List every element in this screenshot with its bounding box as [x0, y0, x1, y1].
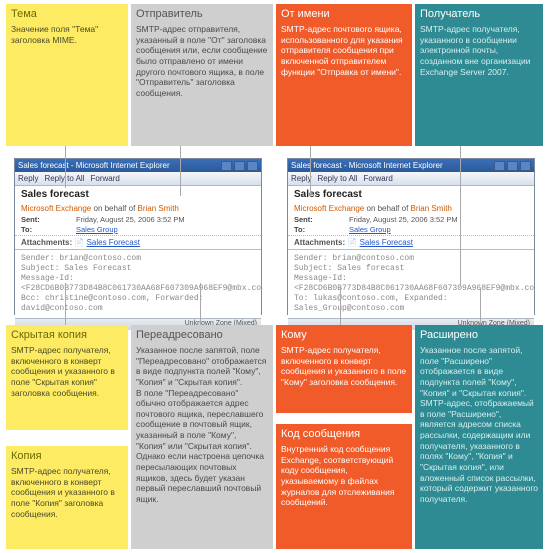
box-kopiya-title: Копия	[11, 450, 123, 462]
email-left-body: Sender: brian@contoso.com Subject: Sales…	[15, 250, 261, 318]
email-left-title: Sales forecast - Microsoft Internet Expl…	[18, 161, 170, 170]
attach-file[interactable]: Sales Forecast	[360, 238, 413, 247]
from-on-behalf: on behalf of	[364, 204, 410, 213]
connector	[200, 283, 201, 325]
email-left: Sales forecast - Microsoft Internet Expl…	[14, 158, 262, 315]
box-komu: Кому SMTP-адрес получателя, включенного …	[276, 325, 412, 413]
connector	[460, 146, 461, 286]
box-pereadresovano-desc: Указанное после запятой, поле "Переадрес…	[136, 345, 268, 504]
box-skrytaya-title: Скрытая копия	[11, 329, 123, 341]
window-buttons	[494, 161, 531, 171]
forward-button[interactable]: Forward	[363, 174, 392, 183]
to-label: To:	[294, 225, 349, 234]
close-icon[interactable]	[247, 161, 258, 171]
sent-label: Sent:	[294, 215, 349, 224]
box-rasshireno: Расширено Указанное после запятой, поле …	[415, 325, 543, 549]
email-left-from: Microsoft Exchange on behalf of Brian Sm…	[15, 203, 261, 214]
box-ot-imeni: От имени SMTP-адрес почтового ящика, исп…	[276, 4, 412, 146]
box-otpravitel-desc: SMTP-адрес отправителя, указанный в поле…	[136, 24, 268, 98]
sent-value: Friday, August 25, 2006 3:52 PM	[76, 215, 255, 224]
reply-button[interactable]: Reply	[18, 174, 38, 183]
box-tema-desc: Значение поля "Тема" заголовка MIME.	[11, 24, 123, 45]
to-value: Sales Group	[76, 225, 255, 234]
from-name: Brian Smith	[138, 204, 179, 213]
box-rasshireno-desc: Указанное после запятой, поле "Расширено…	[420, 345, 538, 504]
min-icon[interactable]	[494, 161, 505, 171]
email-left-titlebar: Sales forecast - Microsoft Internet Expl…	[15, 159, 261, 172]
attach-file[interactable]: Sales Forecast	[87, 238, 140, 247]
connector	[310, 146, 311, 196]
box-komu-title: Кому	[281, 329, 407, 341]
email-right-from: Microsoft Exchange on behalf of Brian Sm…	[288, 203, 534, 214]
reply-button[interactable]: Reply	[291, 174, 311, 183]
email-left-toolbar: Reply Reply to All Forward	[15, 172, 261, 186]
email-right-body: Sender: brian@contoso.com Subject: Sales…	[288, 250, 534, 318]
reply-all-button[interactable]: Reply to All	[317, 174, 357, 183]
box-otpravitel: Отправитель SMTP-адрес отправителя, указ…	[131, 4, 273, 146]
sent-value: Friday, August 25, 2006 3:52 PM	[349, 215, 528, 224]
box-kopiya: Копия SMTP-адрес получателя, включенного…	[6, 446, 128, 549]
box-pereadresovano-title: Переадресовано	[136, 329, 268, 341]
box-tema: Тема Значение поля "Тема" заголовка MIME…	[6, 4, 128, 146]
box-poluchatel-title: Получатель	[420, 8, 538, 20]
box-kod: Код сообщения Внутренний код сообщения E…	[276, 424, 412, 549]
from-on-behalf: on behalf of	[91, 204, 137, 213]
box-ot-imeni-title: От имени	[281, 8, 407, 20]
email-left-attach: Attachments: 📄 Sales Forecast	[15, 235, 261, 250]
email-right-meta: Sent: Friday, August 25, 2006 3:52 PM To…	[288, 214, 534, 235]
to-label: To:	[21, 225, 76, 234]
email-right-subject: Sales forecast	[288, 186, 534, 203]
close-icon[interactable]	[520, 161, 531, 171]
from-exchange: Microsoft Exchange	[21, 204, 91, 213]
forward-button[interactable]: Forward	[90, 174, 119, 183]
box-tema-title: Тема	[11, 8, 123, 20]
to-value: Sales Group	[349, 225, 528, 234]
attach-label: Attachments:	[21, 238, 72, 247]
box-poluchatel-desc: SMTP-адрес получателя, указанного в сооб…	[420, 24, 538, 77]
email-right-attach: Attachments: 📄 Sales Forecast	[288, 235, 534, 250]
email-right-titlebar: Sales forecast - Microsoft Internet Expl…	[288, 159, 534, 172]
box-pereadresovano: Переадресовано Указанное после запятой, …	[131, 325, 273, 549]
box-kopiya-desc: SMTP-адрес получателя, включенного в кон…	[11, 466, 123, 519]
sent-label: Sent:	[21, 215, 76, 224]
email-right: Sales forecast - Microsoft Internet Expl…	[287, 158, 535, 315]
box-poluchatel: Получатель SMTP-адрес получателя, указан…	[415, 4, 543, 146]
box-kod-title: Код сообщения	[281, 428, 407, 440]
box-komu-desc: SMTP-адрес получателя, включенного в кон…	[281, 345, 407, 388]
connector	[65, 283, 66, 325]
attach-file-icon: 📄	[347, 238, 357, 247]
email-left-subject: Sales forecast	[15, 186, 261, 203]
window-buttons	[221, 161, 258, 171]
from-exchange: Microsoft Exchange	[294, 204, 364, 213]
connector	[340, 288, 341, 325]
box-otpravitel-title: Отправитель	[136, 8, 268, 20]
attach-label: Attachments:	[294, 238, 345, 247]
connector	[480, 288, 481, 325]
box-skrytaya-desc: SMTP-адрес получателя, включенного в кон…	[11, 345, 123, 398]
box-ot-imeni-desc: SMTP-адрес почтового ящика, использованн…	[281, 24, 407, 77]
from-name: Brian Smith	[411, 204, 452, 213]
box-rasshireno-title: Расширено	[420, 329, 538, 341]
attach-file-icon: 📄	[74, 238, 84, 247]
connector	[65, 146, 66, 188]
connector	[180, 146, 181, 196]
email-right-title: Sales forecast - Microsoft Internet Expl…	[291, 161, 443, 170]
min-icon[interactable]	[221, 161, 232, 171]
box-kod-desc: Внутренний код сообщения Exchange, соотв…	[281, 444, 407, 508]
box-skrytaya-kopiya: Скрытая копия SMTP-адрес получателя, вкл…	[6, 325, 128, 430]
email-left-meta: Sent: Friday, August 25, 2006 3:52 PM To…	[15, 214, 261, 235]
max-icon[interactable]	[507, 161, 518, 171]
email-right-toolbar: Reply Reply to All Forward	[288, 172, 534, 186]
max-icon[interactable]	[234, 161, 245, 171]
